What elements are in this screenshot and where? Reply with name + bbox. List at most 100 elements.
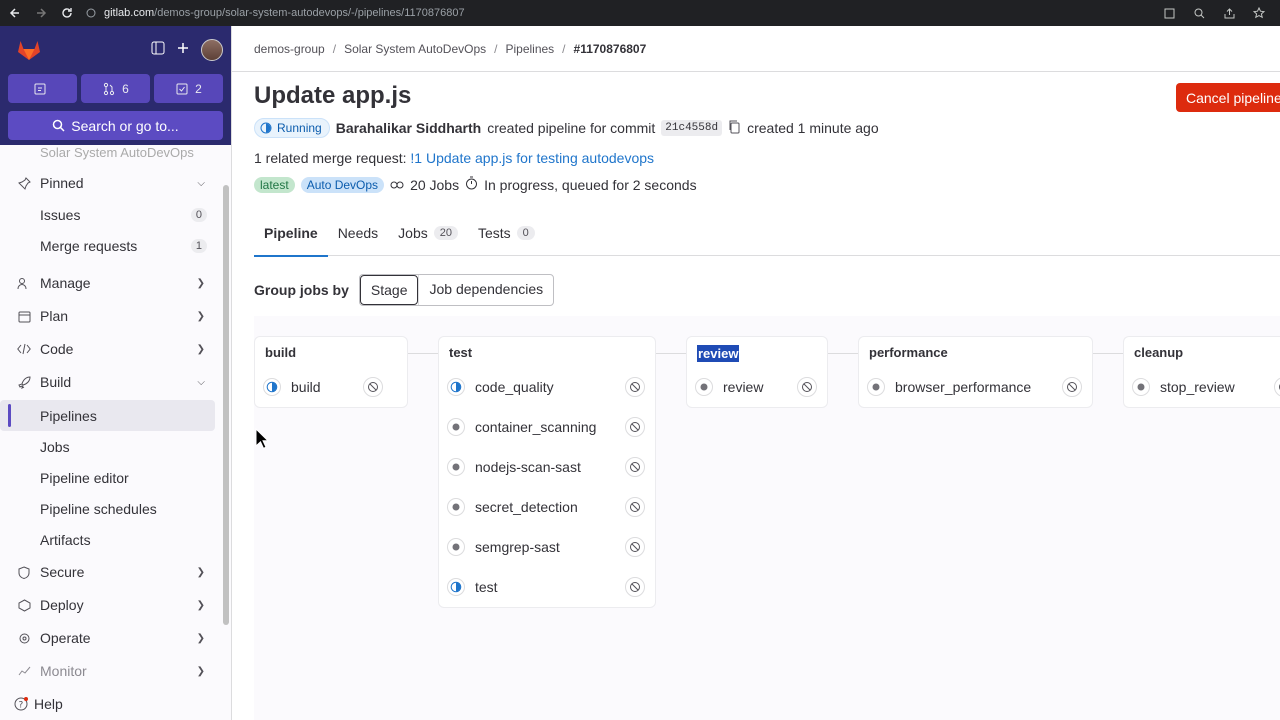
sidebar-item-pipeline-schedules[interactable]: Pipeline schedules [0,493,231,524]
gitlab-logo-icon[interactable] [14,35,44,65]
status-badge[interactable]: Running [254,118,330,138]
sidebar-item-code[interactable]: Code ❯ [0,333,231,365]
tab-jobs[interactable]: Jobs 20 [388,210,468,256]
tab-needs[interactable]: Needs [328,210,388,256]
author-link[interactable]: Barahalikar Siddharth [336,120,482,136]
pipeline-meta: Running Barahalikar Siddharth created pi… [254,118,879,138]
issues-counter-button[interactable] [8,74,77,103]
breadcrumb-project[interactable]: Solar System AutoDevOps [344,42,486,56]
job-build[interactable]: build [263,375,401,399]
job-test[interactable]: test [447,575,649,599]
cancel-job-icon[interactable] [625,537,645,557]
merge-request-link[interactable]: !1 Update app.js for testing autodevops [410,150,654,166]
job-name: semgrep-sast [475,539,560,555]
job-nodejs-scan-sast[interactable]: nodejs-scan-sast [447,455,649,479]
job-container-scanning[interactable]: container_scanning [447,415,649,439]
stage-title: review [697,345,740,362]
cancel-job-icon[interactable] [363,377,383,397]
running-status-icon [260,122,272,134]
sidebar-item-operate[interactable]: Operate ❯ [0,622,231,654]
address-bar[interactable]: gitlab.com /demos-group/solar-system-aut… [86,7,465,19]
mouse-cursor-icon [255,428,269,449]
plus-icon[interactable] [177,41,189,59]
todos-counter-button[interactable]: 2 [154,74,223,103]
sidebar-nav: Solar System AutoDevOps Pinned ⌵ Issues … [0,145,231,685]
copy-icon[interactable] [728,120,741,137]
job-browser-performance[interactable]: browser_performance [867,375,1086,399]
cancel-pipeline-button[interactable]: Cancel pipeline [1176,83,1280,112]
sidebar-header: 6 2 Search or go to... [0,26,231,145]
zoom-icon[interactable] [1188,2,1210,24]
shield-icon [16,565,32,579]
sidebar-project-name[interactable]: Solar System AutoDevOps [0,145,231,161]
sidebar-item-plan[interactable]: Plan ❯ [0,300,231,332]
chevron-down-icon: ⌵ [197,177,205,189]
job-review[interactable]: review [695,375,821,399]
tab-tests[interactable]: Tests 0 [468,210,545,256]
job-name: browser_performance [895,379,1032,395]
reload-icon[interactable] [56,2,78,24]
sidebar-item-label: Plan [40,308,69,324]
help-button[interactable]: ? Help [14,696,63,712]
autodevops-badge[interactable]: Auto DevOps [300,176,385,193]
sidebar-item-deploy[interactable]: Deploy ❯ [0,589,231,621]
sidebar-scroll-thumb[interactable] [223,185,229,625]
install-icon[interactable] [1158,2,1180,24]
chevron-right-icon: ❯ [196,632,205,644]
jobs-link-icon [390,177,404,193]
stage-connector [1093,353,1123,354]
cancel-job-icon[interactable] [1062,377,1082,397]
sidebar-item-pipeline-editor[interactable]: Pipeline editor [0,462,231,493]
group-by-stage-button[interactable]: Stage [359,275,419,305]
cloud-gear-icon [16,632,32,645]
job-name: secret_detection [475,499,578,515]
cancel-job-icon[interactable] [625,497,645,517]
sidebar-toggle-icon[interactable] [151,41,165,60]
issues-count-badge: 0 [190,207,207,222]
cancel-job-icon[interactable] [625,377,645,397]
breadcrumb-group[interactable]: demos-group [254,42,325,56]
cancel-job-icon[interactable] [625,577,645,597]
back-icon[interactable] [4,2,26,24]
cancel-job-icon[interactable] [797,377,817,397]
breadcrumb-current[interactable]: #1170876807 [574,42,647,56]
sidebar-item-label: Pinned [40,175,84,191]
tab-pipeline[interactable]: Pipeline [254,210,328,257]
created-status-icon [447,498,465,516]
sidebar-item-manage[interactable]: Manage ❯ [0,267,231,299]
breadcrumb-pipelines[interactable]: Pipelines [505,42,554,56]
browser-toolbar: gitlab.com /demos-group/solar-system-aut… [0,0,1280,26]
commit-sha[interactable]: 21c4558d [661,120,723,136]
cancel-job-icon[interactable] [625,417,645,437]
job-secret-detection[interactable]: secret_detection [447,495,649,519]
bookmark-star-icon[interactable] [1248,2,1270,24]
latest-badge: latest [254,176,295,193]
sidebar-item-build[interactable]: Build ⌵ [0,366,231,398]
sidebar-item-pinned[interactable]: Pinned ⌵ [0,167,231,199]
group-by-dependencies-button[interactable]: Job dependencies [418,275,553,305]
sidebar-item-issues[interactable]: Issues 0 [0,199,231,230]
sidebar-item-artifacts[interactable]: Artifacts [0,524,231,555]
job-stop-review[interactable]: stop_review [1132,375,1280,399]
user-avatar[interactable] [201,39,223,61]
sidebar-item-pipelines[interactable]: Pipelines [0,400,215,431]
sidebar-scrollbar[interactable] [221,145,231,685]
help-icon: ? [14,697,28,711]
cancel-job-icon[interactable] [1274,377,1280,397]
group-jobs-control: Group jobs by Stage Job dependencies [254,274,555,306]
sidebar-item-jobs[interactable]: Jobs [0,431,231,462]
sidebar-item-merge-requests[interactable]: Merge requests 1 [0,230,231,261]
created-status-icon [867,378,885,396]
job-code-quality[interactable]: code_quality [447,375,649,399]
queue-text: In progress, queued for 2 seconds [484,176,697,193]
stage-build: build build [254,336,408,408]
forward-icon[interactable] [30,2,52,24]
search-button[interactable]: Search or go to... [8,111,223,140]
stage-connector [656,353,686,354]
sidebar-item-monitor[interactable]: Monitor ❯ [0,655,231,685]
sidebar-item-secure[interactable]: Secure ❯ [0,556,231,588]
merge-requests-counter-button[interactable]: 6 [81,74,150,103]
share-icon[interactable] [1218,2,1240,24]
job-semgrep-sast[interactable]: semgrep-sast [447,535,649,559]
cancel-job-icon[interactable] [625,457,645,477]
